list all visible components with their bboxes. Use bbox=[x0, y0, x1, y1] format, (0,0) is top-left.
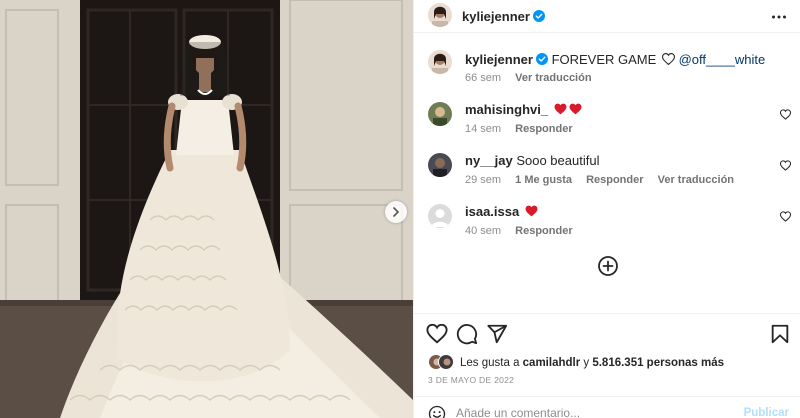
send-icon[interactable] bbox=[486, 323, 508, 345]
publish-button[interactable]: Publicar bbox=[744, 407, 789, 418]
post-date[interactable]: 3 DE MAYO DE 2022 bbox=[428, 375, 514, 385]
verified-badge-icon bbox=[532, 10, 545, 22]
likes-summary: Les gusta a camilahdlr y 5.816.351 perso… bbox=[428, 352, 798, 374]
comment-like-icon[interactable] bbox=[780, 109, 791, 120]
emoji-icon[interactable] bbox=[428, 405, 446, 418]
comment-row: isaa.issa 40 sem Responder bbox=[414, 202, 800, 242]
comment-input[interactable] bbox=[456, 405, 736, 418]
caption-mention[interactable]: @off____white bbox=[679, 52, 766, 67]
more-icon[interactable] bbox=[771, 9, 787, 25]
caption-time[interactable]: 66 sem bbox=[465, 72, 501, 84]
comment-time[interactable]: 29 sem bbox=[465, 174, 501, 186]
next-photo-button[interactable] bbox=[385, 201, 407, 223]
red-heart-emoji-icon bbox=[525, 205, 538, 217]
post-photo bbox=[0, 0, 413, 418]
comment-avatar[interactable] bbox=[428, 153, 452, 177]
comment-row: mahisinghvi_ 14 sem Responder bbox=[414, 100, 800, 140]
author-username-text[interactable]: kyliejenner bbox=[462, 9, 530, 24]
heart-icon[interactable] bbox=[426, 323, 448, 345]
likes-text: Les gusta a camilahdlr y 5.816.351 perso… bbox=[460, 357, 724, 369]
red-heart-emoji-icon bbox=[554, 103, 567, 115]
translate-button[interactable]: Ver traducción bbox=[658, 174, 734, 186]
likes-user[interactable]: camilahdlr bbox=[523, 357, 581, 369]
heart-outline-icon bbox=[661, 53, 675, 65]
reply-button[interactable]: Responder bbox=[515, 225, 572, 237]
caption-username[interactable]: kyliejenner bbox=[465, 52, 533, 67]
verified-badge-icon bbox=[535, 53, 548, 65]
caption-translate-button[interactable]: Ver traducción bbox=[515, 72, 591, 84]
chevron-right-icon bbox=[393, 207, 400, 217]
comment-avatar[interactable] bbox=[428, 102, 452, 126]
red-heart-emoji-icon bbox=[569, 103, 582, 115]
post-sidebar: kyliejenner kyliejenner FOREVER GAME @of… bbox=[413, 0, 800, 418]
comment-icon[interactable] bbox=[456, 323, 478, 345]
post-image[interactable] bbox=[0, 0, 413, 418]
likes-middle: y bbox=[580, 357, 593, 369]
bookmark-icon[interactable] bbox=[769, 323, 791, 345]
comment-text: Sooo beautiful bbox=[516, 153, 600, 168]
likes-count[interactable]: 5.816.351 personas más bbox=[592, 357, 724, 369]
comment-row: ny__jay Sooo beautiful 29 sem 1 Me gusta… bbox=[414, 151, 800, 191]
comment-like-icon[interactable] bbox=[780, 211, 791, 222]
comment-time[interactable]: 14 sem bbox=[465, 123, 501, 135]
comment-username[interactable]: ny__jay bbox=[465, 153, 513, 168]
post-actions bbox=[414, 313, 800, 353]
comment-like-icon[interactable] bbox=[780, 160, 791, 171]
reply-button[interactable]: Responder bbox=[515, 123, 572, 135]
liker-avatar[interactable] bbox=[438, 354, 454, 370]
comment-likes-count[interactable]: 1 Me gusta bbox=[515, 174, 572, 186]
author-avatar[interactable] bbox=[428, 3, 452, 27]
caption-avatar[interactable] bbox=[428, 50, 452, 74]
caption-text: FOREVER GAME bbox=[551, 52, 657, 67]
comment-username[interactable]: mahisinghvi_ bbox=[465, 102, 548, 117]
comment-time[interactable]: 40 sem bbox=[465, 225, 501, 237]
author-username[interactable]: kyliejenner bbox=[462, 9, 545, 24]
likes-prefix: Les gusta a bbox=[460, 357, 523, 369]
post-header: kyliejenner bbox=[414, 0, 800, 33]
comment-username[interactable]: isaa.issa bbox=[465, 204, 519, 219]
reply-button[interactable]: Responder bbox=[586, 174, 643, 186]
plus-circle-icon[interactable] bbox=[597, 255, 619, 277]
comment-avatar[interactable] bbox=[428, 204, 452, 228]
caption: kyliejenner FOREVER GAME @off____white 6… bbox=[414, 48, 800, 88]
add-comment-bar: Publicar bbox=[414, 396, 800, 418]
